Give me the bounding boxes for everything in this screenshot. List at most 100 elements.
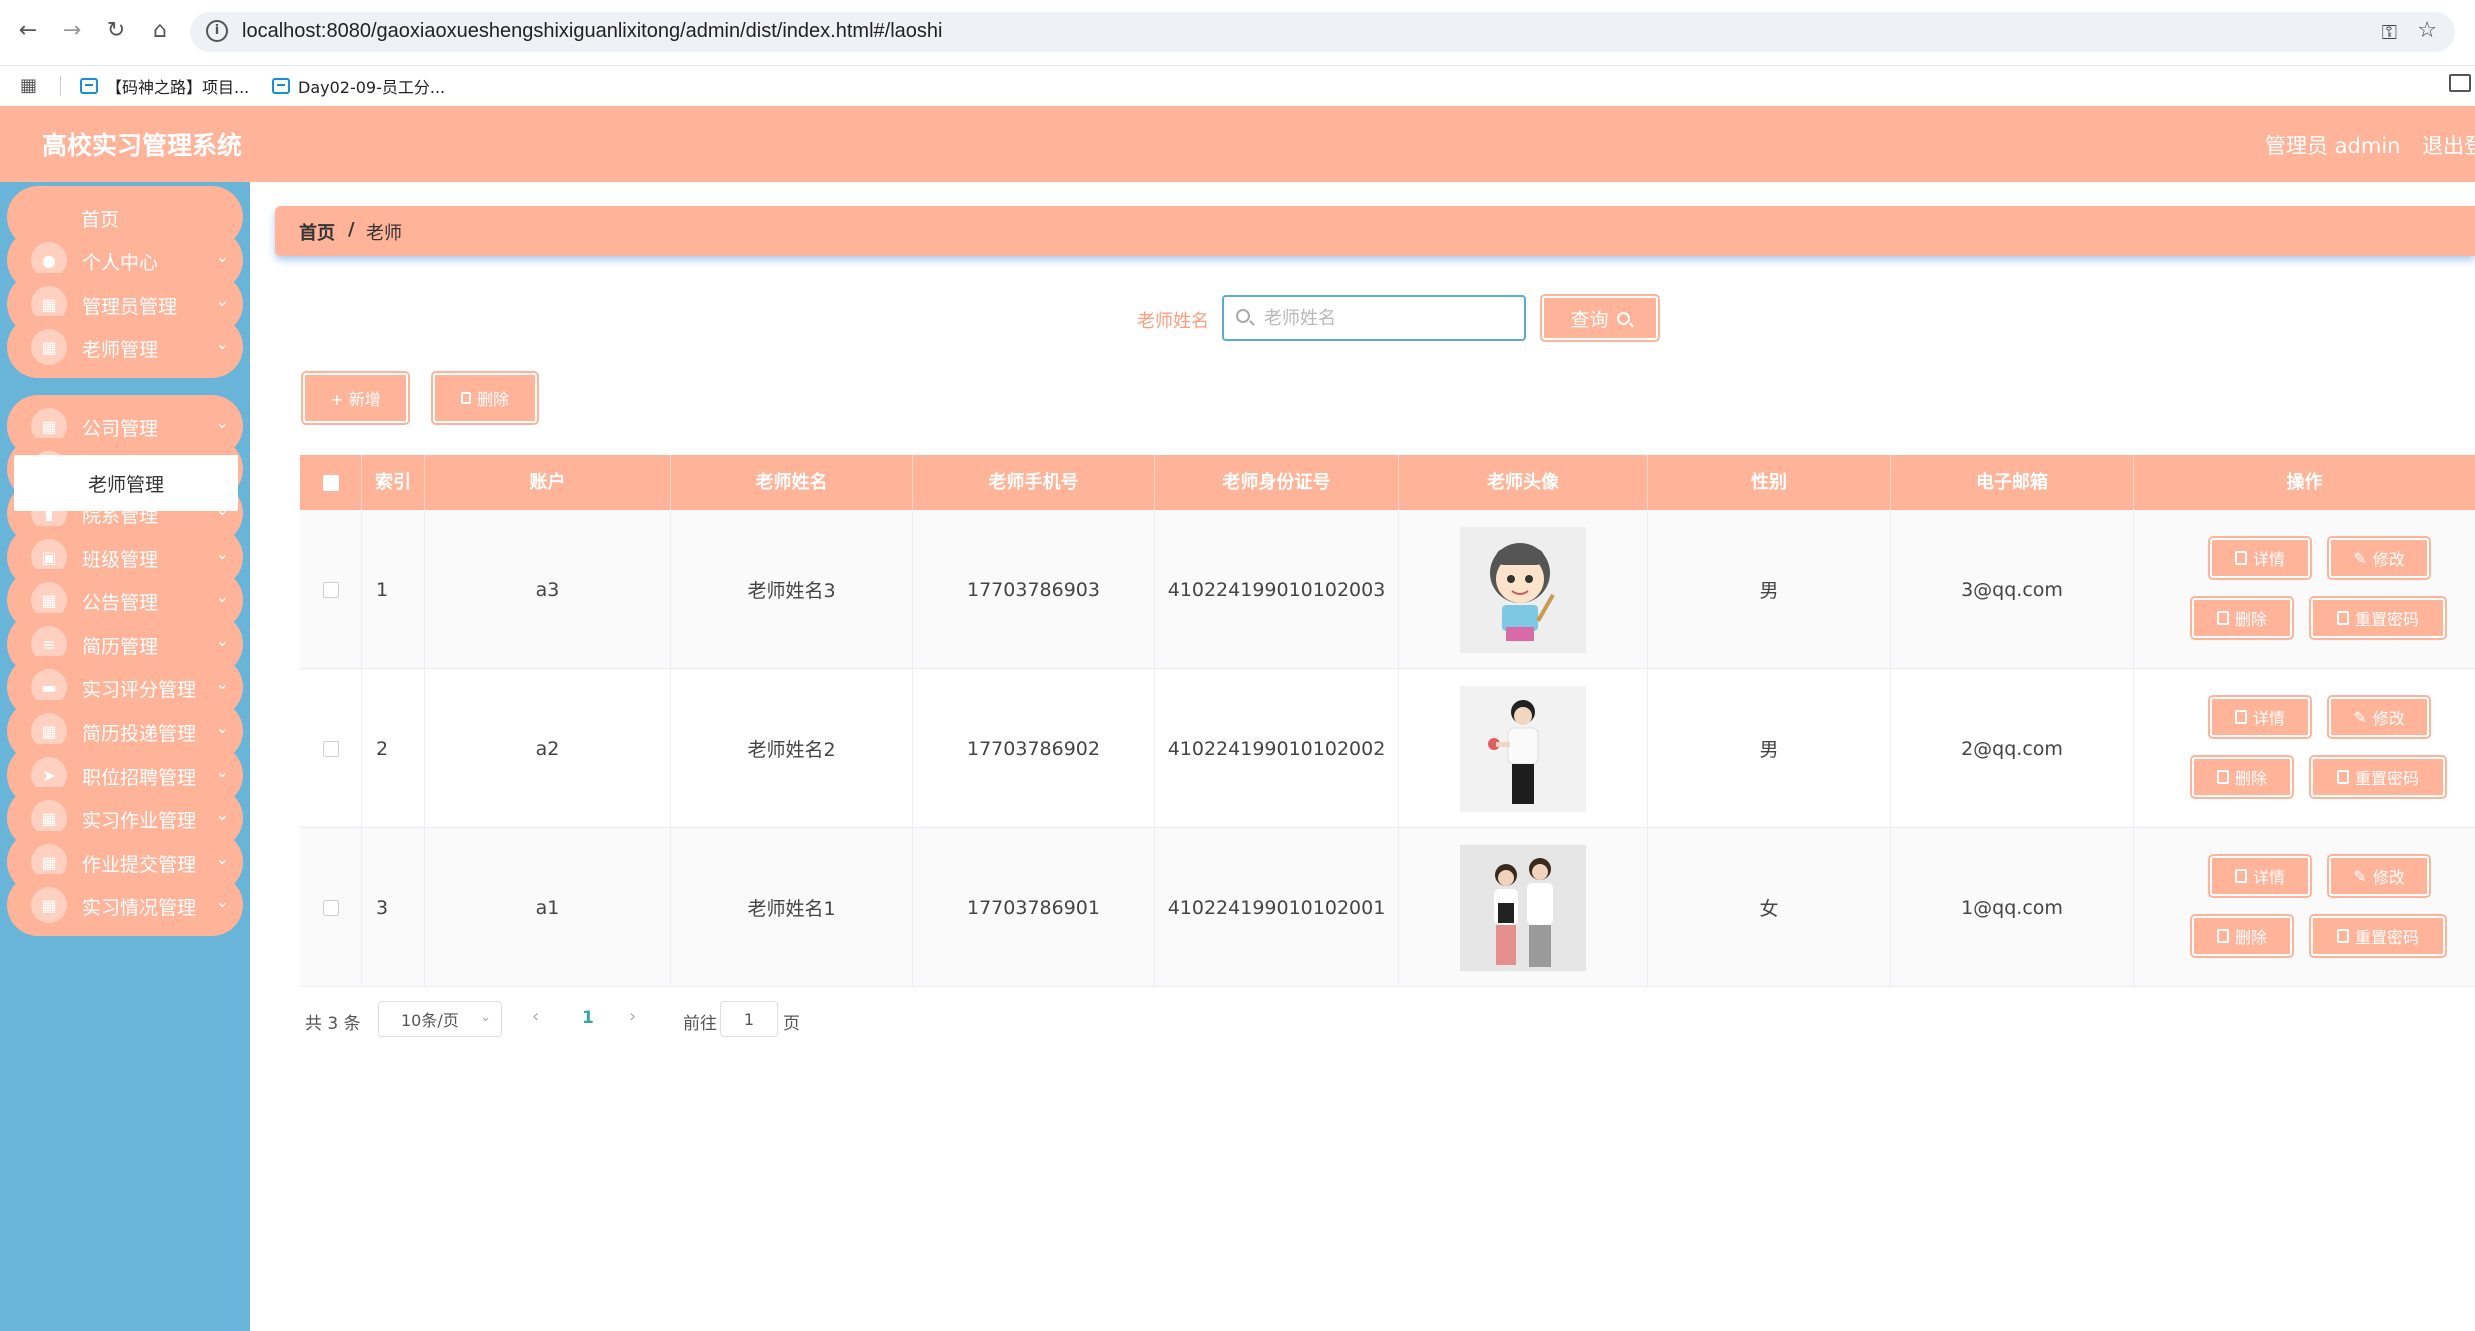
bookmark-label: 【码神之路】项目... [106, 78, 250, 97]
delete-button-label: 删除 [476, 390, 509, 409]
row-checkbox[interactable] [300, 828, 362, 987]
sidebar-item-label: 首页 [81, 209, 120, 231]
document-icon [2336, 770, 2349, 784]
sidebar-item-label: 管理员管理 [82, 296, 178, 318]
chevron-down-icon: ⌄ [215, 247, 229, 266]
admin-label: 管理员 admin [2265, 134, 2401, 158]
bookmark-star-icon[interactable]: ☆ [2417, 18, 2437, 43]
browser-toolbar: ← → ↻ ⌂ i localhost:8080/gaoxiaoxuesheng… [0, 0, 2475, 66]
bookmark-2[interactable]: Day02-09-员工分... [272, 74, 445, 98]
cell-id-card: 410224199010102003 [1155, 510, 1399, 669]
table-row: 3 a1 老师姓名1 17703786901 410224199010102001 女 1@… [300, 828, 2475, 987]
cell-index: 1 [362, 510, 425, 669]
chevron-down-icon: ⌄ [215, 587, 229, 606]
add-button[interactable]: + 新增 [301, 371, 410, 425]
next-page-icon[interactable]: › [629, 1006, 636, 1027]
cell-name: 老师姓名1 [671, 828, 913, 987]
back-icon[interactable]: ← [12, 14, 44, 46]
delete-label: 删除 [2234, 610, 2267, 629]
cell-name: 老师姓名2 [671, 669, 913, 828]
trash-icon [460, 392, 471, 404]
delete-label: 删除 [2234, 928, 2267, 947]
detail-label: 详情 [2252, 868, 2285, 887]
detail-button[interactable]: 详情 [2208, 695, 2312, 739]
chevron-down-icon: ⌄ [215, 892, 229, 911]
checkbox [322, 474, 339, 491]
search-field[interactable] [1222, 295, 1526, 341]
avatar [1460, 526, 1586, 653]
goto-input[interactable]: 1 [720, 1001, 778, 1037]
cell-phone: 17703786902 [913, 669, 1155, 828]
detail-button[interactable]: 详情 [2208, 854, 2312, 898]
sidebar-item[interactable]: ▦ 实习情况管理 ⌄ [7, 874, 243, 936]
delete-button[interactable]: 删除 [431, 371, 539, 425]
avatar [1460, 685, 1586, 812]
reset-password-button[interactable]: 重置密码 [2309, 914, 2447, 958]
header-id-card: 老师身份证号 [1155, 455, 1399, 510]
chevron-down-icon: ⌄ [215, 849, 229, 868]
row-delete-button[interactable]: 删除 [2190, 914, 2294, 958]
forward-icon[interactable]: → [56, 14, 88, 46]
prev-page-icon[interactable]: ‹ [532, 1006, 539, 1027]
folder-icon[interactable] [2449, 74, 2471, 92]
header-email: 电子邮箱 [1891, 455, 2134, 510]
cell-gender: 男 [1648, 510, 1891, 669]
row-checkbox[interactable] [300, 669, 362, 828]
page-size-select[interactable]: 10条/页 ⌄ [378, 1001, 502, 1037]
cell-index: 2 [362, 669, 425, 828]
edit-icon: ✎ [2353, 707, 2367, 727]
breadcrumb-home[interactable]: 首页 [299, 219, 335, 245]
reset-label: 重置密码 [2354, 928, 2419, 947]
breadcrumb-separator: / [348, 219, 355, 240]
site-info-icon[interactable]: i [206, 20, 228, 42]
page-number[interactable]: 1 [582, 1008, 594, 1028]
chevron-down-icon: ⌄ [215, 805, 229, 824]
row-delete-button[interactable]: 删除 [2190, 755, 2294, 799]
bookmark-1[interactable]: 【码神之路】项目... [80, 74, 249, 98]
document-icon [2336, 929, 2349, 943]
row-checkbox[interactable] [300, 510, 362, 669]
sidebar-item-label: 简历投递管理 [82, 723, 197, 745]
url-text[interactable]: localhost:8080/gaoxiaoxueshengshixiguanl… [242, 20, 942, 43]
delete-label: 删除 [2234, 769, 2267, 788]
reset-password-button[interactable]: 重置密码 [2309, 755, 2447, 799]
cell-email: 3@qq.com [1891, 510, 2134, 669]
detail-label: 详情 [2252, 550, 2285, 569]
cell-account: a2 [425, 669, 671, 828]
sidebar-item[interactable]: ▦ 老师管理 ⌄ [7, 316, 243, 378]
reset-label: 重置密码 [2354, 769, 2419, 788]
cell-name: 老师姓名3 [671, 510, 913, 669]
cell-gender: 男 [1648, 669, 1891, 828]
home-icon[interactable]: ⌂ [144, 14, 176, 46]
apps-icon: ▦ [31, 887, 67, 923]
password-key-icon[interactable]: ⚿ [2382, 20, 2397, 44]
checkbox [322, 581, 339, 598]
edit-button[interactable]: ✎ 修改 [2327, 854, 2431, 898]
select-all-checkbox[interactable] [300, 455, 362, 510]
sidebar-item-label: 公司管理 [82, 418, 159, 440]
divider [60, 76, 61, 96]
apps-grid-icon[interactable]: ▦ [20, 75, 37, 96]
address-bar[interactable]: i localhost:8080/gaoxiaoxueshengshixigua… [190, 12, 2455, 52]
document-icon [2336, 611, 2349, 625]
edit-icon: ✎ [2353, 548, 2367, 568]
sidebar-subitem-teacher[interactable]: 老师管理 [14, 455, 238, 511]
edit-button[interactable]: ✎ 修改 [2327, 536, 2431, 580]
trash-icon [2216, 770, 2229, 784]
query-button[interactable]: 查询 [1540, 294, 1660, 342]
sidebar-item-label: 实习情况管理 [82, 897, 197, 919]
chevron-down-icon: ⌄ [215, 413, 229, 432]
goto-label: 前往 [683, 1014, 717, 1034]
cell-ops: 详情 ✎ 修改删除 重置密码 [2190, 510, 2475, 669]
app-header: 高校实习管理系统 管理员 admin 退出登录 [0, 106, 2475, 182]
row-delete-button[interactable]: 删除 [2190, 596, 2294, 640]
search-input[interactable] [1262, 305, 1512, 331]
cell-account: a1 [425, 828, 671, 987]
search-icon [1616, 311, 1630, 325]
logout-button[interactable]: 退出登录 [2422, 130, 2475, 160]
detail-button[interactable]: 详情 [2208, 536, 2312, 580]
reset-password-button[interactable]: 重置密码 [2309, 596, 2447, 640]
reload-icon[interactable]: ↻ [100, 14, 132, 46]
edit-button[interactable]: ✎ 修改 [2327, 695, 2431, 739]
search-label: 老师姓名 [1137, 311, 1209, 332]
